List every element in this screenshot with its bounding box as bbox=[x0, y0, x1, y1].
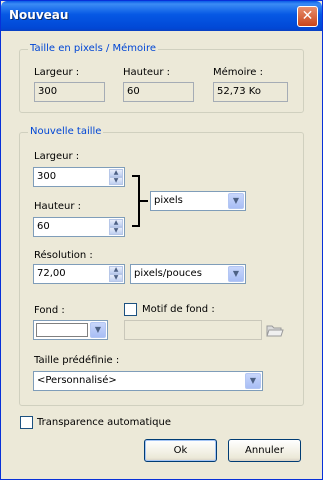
resolution-unit-value: pixels/pouces bbox=[134, 268, 202, 279]
background-color-select[interactable]: ▼ bbox=[33, 320, 108, 340]
unit-value: pixels bbox=[154, 195, 183, 206]
width-spinner[interactable]: 300 ▲ ▼ bbox=[33, 167, 125, 187]
link-bracket bbox=[132, 175, 140, 227]
memory-size-field: 52,73 Ko bbox=[213, 82, 288, 102]
resolution-spinner[interactable]: 72,00 ▲ ▼ bbox=[33, 264, 125, 284]
spin-down-icon[interactable]: ▼ bbox=[109, 227, 123, 235]
pattern-checkbox[interactable] bbox=[124, 303, 137, 316]
transparency-label: Transparence automatique bbox=[37, 417, 172, 428]
memory-width-field: 300 bbox=[34, 82, 105, 102]
spin-up-icon[interactable]: ▲ bbox=[109, 169, 123, 177]
chevron-down-icon[interactable]: ▼ bbox=[228, 266, 244, 282]
chevron-down-icon[interactable]: ▼ bbox=[90, 322, 106, 338]
memory-size-label: Mémoire : bbox=[213, 67, 264, 78]
preset-label: Taille prédéfinie : bbox=[34, 355, 120, 366]
memory-group-title: Taille en pixels / Mémoire bbox=[28, 43, 158, 54]
memory-height-field: 60 bbox=[123, 82, 194, 102]
new-size-group-title: Nouvelle taille bbox=[28, 126, 104, 137]
transparency-checkbox[interactable] bbox=[20, 416, 33, 429]
chevron-down-icon[interactable]: ▼ bbox=[245, 373, 261, 389]
height-spinner[interactable]: 60 ▲ ▼ bbox=[33, 217, 125, 237]
color-swatch bbox=[36, 323, 88, 337]
width-label: Largeur : bbox=[34, 151, 80, 162]
height-label: Hauteur : bbox=[34, 201, 82, 212]
new-size-group: Nouvelle taille Largeur : 300 ▲ ▼ Hauteu… bbox=[19, 126, 304, 406]
spin-up-icon[interactable]: ▲ bbox=[109, 219, 123, 227]
ok-button[interactable]: Ok bbox=[144, 439, 217, 462]
resolution-label: Résolution : bbox=[34, 250, 93, 261]
memory-group: Taille en pixels / Mémoire Largeur : 300… bbox=[19, 43, 304, 113]
pattern-label: Motif de fond : bbox=[142, 304, 215, 315]
link-bracket-tick bbox=[140, 200, 148, 202]
background-label: Fond : bbox=[34, 305, 65, 316]
height-value: 60 bbox=[37, 221, 50, 232]
dialog-window: Nouveau ✕ Taille en pixels / Mémoire Lar… bbox=[0, 0, 323, 480]
cancel-button[interactable]: Annuler bbox=[228, 439, 301, 462]
folder-open-icon[interactable] bbox=[266, 323, 284, 337]
window-title: Nouveau bbox=[9, 8, 69, 22]
title-bar[interactable]: Nouveau ✕ bbox=[1, 1, 322, 31]
pattern-field bbox=[124, 320, 262, 340]
memory-height-label: Hauteur : bbox=[123, 67, 171, 78]
preset-select[interactable]: <Personnalisé> ▼ bbox=[33, 371, 263, 391]
spin-down-icon[interactable]: ▼ bbox=[109, 274, 123, 282]
preset-value: <Personnalisé> bbox=[37, 375, 117, 386]
memory-width-label: Largeur : bbox=[34, 67, 80, 78]
spin-down-icon[interactable]: ▼ bbox=[109, 177, 123, 185]
chevron-down-icon[interactable]: ▼ bbox=[228, 193, 244, 209]
spin-up-icon[interactable]: ▲ bbox=[109, 266, 123, 274]
resolution-unit-select[interactable]: pixels/pouces ▼ bbox=[130, 264, 246, 284]
unit-select[interactable]: pixels ▼ bbox=[150, 191, 246, 211]
width-value: 300 bbox=[37, 171, 57, 182]
resolution-value: 72,00 bbox=[37, 268, 66, 279]
close-button[interactable]: ✕ bbox=[297, 6, 318, 27]
